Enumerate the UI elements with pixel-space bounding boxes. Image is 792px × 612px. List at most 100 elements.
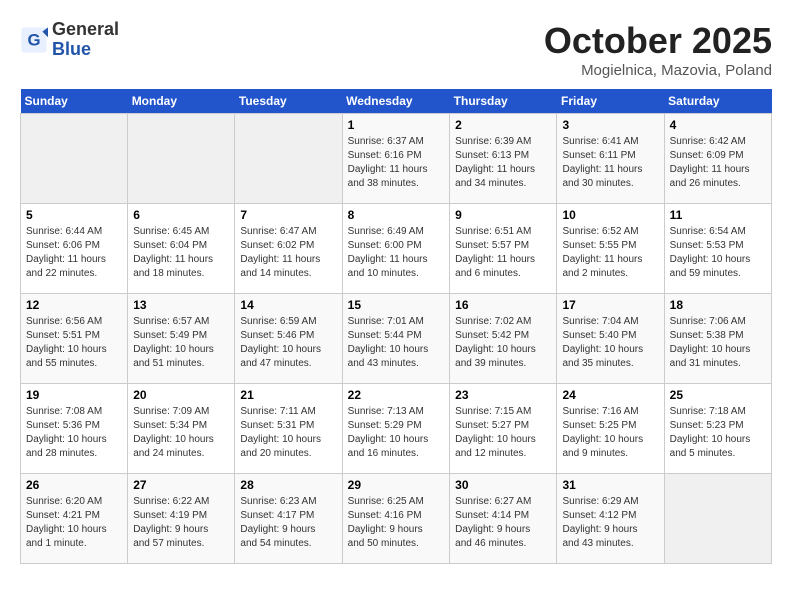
- calendar-cell: 25 Sunrise: 7:18 AM Sunset: 5:23 PM Dayli…: [664, 384, 771, 474]
- page-header: G General Blue October 2025 Mogielnica, …: [20, 20, 772, 79]
- day-number: 22: [348, 388, 445, 402]
- day-info: Sunrise: 7:08 AM Sunset: 5:36 PM Dayligh…: [26, 405, 122, 461]
- weekday-header-row: SundayMondayTuesdayWednesdayThursdayFrid…: [21, 89, 772, 114]
- day-number: 8: [348, 208, 445, 222]
- day-info: Sunrise: 6:59 AM Sunset: 5:46 PM Dayligh…: [240, 315, 336, 371]
- calendar-cell: 1 Sunrise: 6:37 AM Sunset: 6:16 PM Daylig…: [342, 114, 450, 204]
- calendar-cell: 2Sunrise: 6:39 AM Sunset: 6:13 PM Daylig…: [450, 114, 557, 204]
- calendar-cell: 29Sunrise: 6:25 AM Sunset: 4:16 PM Dayli…: [342, 474, 450, 564]
- day-info: Sunrise: 6:41 AM Sunset: 6:11 PM Dayligh…: [562, 135, 658, 191]
- calendar-cell: 9Sunrise: 6:51 AM Sunset: 5:57 PM Daylig…: [450, 204, 557, 294]
- calendar-cell: 17 Sunrise: 7:04 AM Sunset: 5:40 PM Dayli…: [557, 294, 664, 384]
- day-info: Sunrise: 6:57 AM Sunset: 5:49 PM Dayligh…: [133, 315, 229, 371]
- day-info: Sunrise: 6:51 AM Sunset: 5:57 PM Dayligh…: [455, 225, 551, 281]
- day-number: 15: [348, 298, 445, 312]
- calendar-cell: 18 Sunrise: 7:06 AM Sunset: 5:38 PM Dayli…: [664, 294, 771, 384]
- calendar-cell: 8Sunrise: 6:49 AM Sunset: 6:00 PM Daylig…: [342, 204, 450, 294]
- calendar-week-3: 12 Sunrise: 6:56 AM Sunset: 5:51 PM Dayli…: [21, 294, 772, 384]
- title-block: October 2025 Mogielnica, Mazovia, Poland: [544, 20, 772, 79]
- day-number: 1: [348, 118, 445, 132]
- calendar-cell: 11Sunrise: 6:54 AM Sunset: 5:53 PM Dayli…: [664, 204, 771, 294]
- day-number: 19: [26, 388, 122, 402]
- day-number: 25: [670, 388, 766, 402]
- calendar-cell: 28Sunrise: 6:23 AM Sunset: 4:17 PM Dayli…: [235, 474, 342, 564]
- day-info: Sunrise: 6:47 AM Sunset: 6:02 PM Dayligh…: [240, 225, 336, 281]
- day-info: Sunrise: 7:06 AM Sunset: 5:38 PM Dayligh…: [670, 315, 766, 371]
- calendar-cell: 15 Sunrise: 7:01 AM Sunset: 5:44 PM Dayli…: [342, 294, 450, 384]
- logo-icon: G: [20, 26, 48, 54]
- logo-text: General Blue: [52, 20, 119, 60]
- calendar-cell: 5 Sunrise: 6:44 AM Sunset: 6:06 PM Daylig…: [21, 204, 128, 294]
- day-info: Sunrise: 7:18 AM Sunset: 5:23 PM Dayligh…: [670, 405, 766, 461]
- calendar-cell: 10Sunrise: 6:52 AM Sunset: 5:55 PM Dayli…: [557, 204, 664, 294]
- day-info: Sunrise: 6:44 AM Sunset: 6:06 PM Dayligh…: [26, 225, 122, 281]
- calendar-cell: 3 Sunrise: 6:41 AM Sunset: 6:11 PM Daylig…: [557, 114, 664, 204]
- calendar-week-1: 1 Sunrise: 6:37 AM Sunset: 6:16 PM Daylig…: [21, 114, 772, 204]
- day-number: 5: [26, 208, 122, 222]
- day-info: Sunrise: 6:25 AM Sunset: 4:16 PM Dayligh…: [348, 495, 445, 551]
- day-info: Sunrise: 7:13 AM Sunset: 5:29 PM Dayligh…: [348, 405, 445, 461]
- calendar-cell: 4Sunrise: 6:42 AM Sunset: 6:09 PM Daylig…: [664, 114, 771, 204]
- weekday-header-friday: Friday: [557, 89, 664, 114]
- calendar-cell: 27 Sunrise: 6:22 AM Sunset: 4:19 PM Dayli…: [128, 474, 235, 564]
- day-info: Sunrise: 7:01 AM Sunset: 5:44 PM Dayligh…: [348, 315, 445, 371]
- day-info: Sunrise: 7:02 AM Sunset: 5:42 PM Dayligh…: [455, 315, 551, 371]
- day-number: 2: [455, 118, 551, 132]
- calendar-cell: 23 Sunrise: 7:15 AM Sunset: 5:27 PM Dayli…: [450, 384, 557, 474]
- day-number: 7: [240, 208, 336, 222]
- day-info: Sunrise: 6:23 AM Sunset: 4:17 PM Dayligh…: [240, 495, 336, 551]
- calendar-week-2: 5 Sunrise: 6:44 AM Sunset: 6:06 PM Daylig…: [21, 204, 772, 294]
- calendar-cell: 31Sunrise: 6:29 AM Sunset: 4:12 PM Dayli…: [557, 474, 664, 564]
- day-info: Sunrise: 6:42 AM Sunset: 6:09 PM Dayligh…: [670, 135, 766, 191]
- calendar-cell: 6 Sunrise: 6:45 AM Sunset: 6:04 PM Daylig…: [128, 204, 235, 294]
- weekday-header-wednesday: Wednesday: [342, 89, 450, 114]
- day-info: Sunrise: 6:54 AM Sunset: 5:53 PM Dayligh…: [670, 225, 766, 281]
- day-number: 16: [455, 298, 551, 312]
- day-info: Sunrise: 6:56 AM Sunset: 5:51 PM Dayligh…: [26, 315, 122, 371]
- calendar-body: 1 Sunrise: 6:37 AM Sunset: 6:16 PM Daylig…: [21, 114, 772, 564]
- day-number: 14: [240, 298, 336, 312]
- calendar-cell: 12 Sunrise: 6:56 AM Sunset: 5:51 PM Dayli…: [21, 294, 128, 384]
- day-number: 30: [455, 478, 551, 492]
- day-number: 12: [26, 298, 122, 312]
- day-number: 26: [26, 478, 122, 492]
- calendar-cell: 22 Sunrise: 7:13 AM Sunset: 5:29 PM Dayli…: [342, 384, 450, 474]
- calendar-cell: 14 Sunrise: 6:59 AM Sunset: 5:46 PM Dayli…: [235, 294, 342, 384]
- day-number: 6: [133, 208, 229, 222]
- day-info: Sunrise: 6:37 AM Sunset: 6:16 PM Dayligh…: [348, 135, 445, 191]
- day-info: Sunrise: 6:45 AM Sunset: 6:04 PM Dayligh…: [133, 225, 229, 281]
- calendar-cell: 26 Sunrise: 6:20 AM Sunset: 4:21 PM Dayli…: [21, 474, 128, 564]
- day-number: 31: [562, 478, 658, 492]
- calendar-table: SundayMondayTuesdayWednesdayThursdayFrid…: [20, 89, 772, 564]
- calendar-cell: 24Sunrise: 7:16 AM Sunset: 5:25 PM Dayli…: [557, 384, 664, 474]
- weekday-header-monday: Monday: [128, 89, 235, 114]
- day-info: Sunrise: 7:09 AM Sunset: 5:34 PM Dayligh…: [133, 405, 229, 461]
- day-number: 18: [670, 298, 766, 312]
- day-info: Sunrise: 6:20 AM Sunset: 4:21 PM Dayligh…: [26, 495, 122, 551]
- day-number: 27: [133, 478, 229, 492]
- calendar-week-4: 19 Sunrise: 7:08 AM Sunset: 5:36 PM Dayli…: [21, 384, 772, 474]
- day-number: 10: [562, 208, 658, 222]
- weekday-header-sunday: Sunday: [21, 89, 128, 114]
- svg-text:G: G: [27, 30, 40, 49]
- day-info: Sunrise: 7:11 AM Sunset: 5:31 PM Dayligh…: [240, 405, 336, 461]
- day-info: Sunrise: 6:27 AM Sunset: 4:14 PM Dayligh…: [455, 495, 551, 551]
- logo-general: General: [52, 19, 119, 39]
- day-number: 3: [562, 118, 658, 132]
- day-info: Sunrise: 6:22 AM Sunset: 4:19 PM Dayligh…: [133, 495, 229, 551]
- calendar-cell: 20 Sunrise: 7:09 AM Sunset: 5:34 PM Dayli…: [128, 384, 235, 474]
- calendar-cell: [21, 114, 128, 204]
- day-info: Sunrise: 7:15 AM Sunset: 5:27 PM Dayligh…: [455, 405, 551, 461]
- day-number: 17: [562, 298, 658, 312]
- logo-blue: Blue: [52, 39, 91, 59]
- weekday-header-saturday: Saturday: [664, 89, 771, 114]
- day-number: 23: [455, 388, 551, 402]
- calendar-cell: 16 Sunrise: 7:02 AM Sunset: 5:42 PM Dayli…: [450, 294, 557, 384]
- day-number: 13: [133, 298, 229, 312]
- calendar-cell: 13 Sunrise: 6:57 AM Sunset: 5:49 PM Dayli…: [128, 294, 235, 384]
- day-number: 20: [133, 388, 229, 402]
- weekday-header-tuesday: Tuesday: [235, 89, 342, 114]
- calendar-title: October 2025: [544, 20, 772, 62]
- logo: G General Blue: [20, 20, 119, 60]
- day-info: Sunrise: 7:04 AM Sunset: 5:40 PM Dayligh…: [562, 315, 658, 371]
